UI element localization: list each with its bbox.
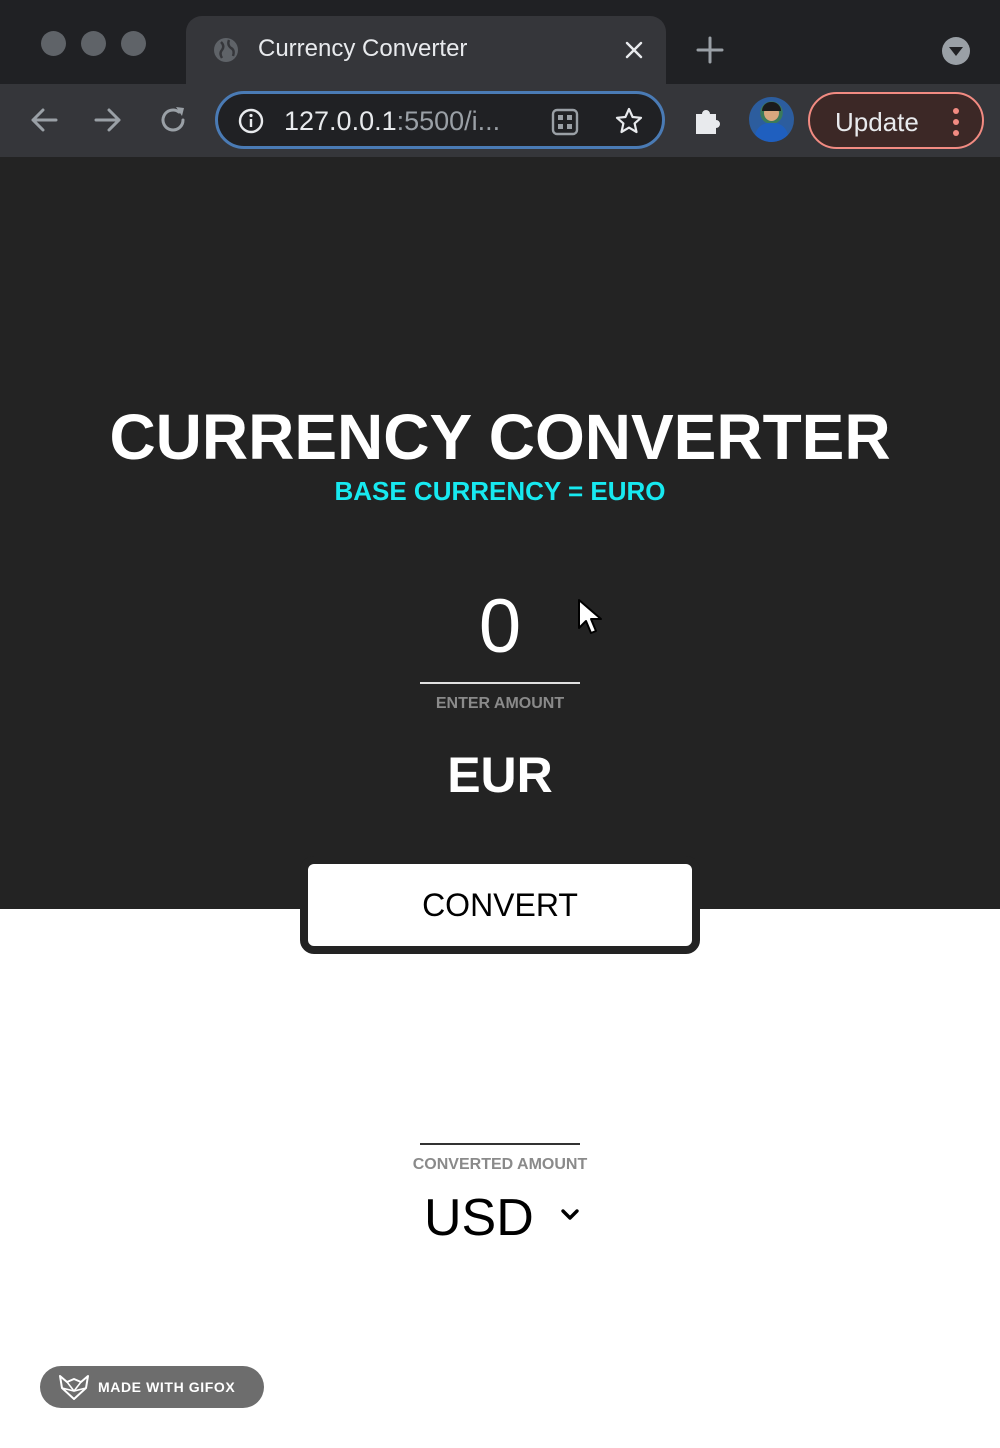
browser-toolbar: 127.0.0.1:5500/i... Update [0, 84, 1000, 157]
back-arrow-icon[interactable] [26, 102, 62, 138]
qr-code-icon[interactable] [550, 107, 580, 137]
convert-label: CONVERT [422, 887, 578, 923]
update-label: Update [835, 107, 919, 137]
update-button[interactable]: Update [808, 92, 984, 149]
amount-label: ENTER AMOUNT [435, 695, 565, 712]
url-text: 127.0.0.1:5500/i... [284, 106, 500, 137]
reload-icon[interactable] [155, 102, 191, 138]
target-currency-value: USD [424, 1189, 534, 1247]
tab-strip: Currency Converter [0, 0, 1000, 84]
browser-chrome: Currency Converter 127.0.0.1:5500/i... U… [0, 0, 1000, 157]
more-vertical-icon[interactable] [950, 106, 962, 138]
mouse-pointer-icon [578, 599, 602, 634]
target-currency-select[interactable]: USD [418, 1184, 588, 1250]
gifox-watermark-badge: MADE WITH GIFOX [40, 1366, 264, 1408]
address-bar[interactable]: 127.0.0.1:5500/i... [215, 91, 665, 149]
converted-amount-label: CONVERTED AMOUNT [412, 1156, 588, 1173]
fox-logo-icon [59, 1375, 89, 1400]
amount-input[interactable] [420, 570, 580, 684]
window-minimize-button[interactable] [81, 31, 106, 56]
gifox-label: MADE WITH GIFOX [98, 1379, 236, 1395]
window-close-button[interactable] [41, 31, 66, 56]
info-icon[interactable] [238, 108, 264, 134]
chevron-down-icon [561, 1209, 579, 1220]
base-currency-code: EUR [447, 747, 553, 803]
plus-icon[interactable] [694, 34, 726, 66]
window-zoom-button[interactable] [121, 31, 146, 56]
puzzle-extension-icon[interactable] [690, 102, 726, 138]
profile-avatar[interactable] [749, 97, 794, 142]
page-title: CURRENCY CONVERTER [109, 401, 891, 473]
close-icon[interactable] [622, 38, 646, 62]
convert-button[interactable]: CONVERT [300, 856, 700, 954]
forward-arrow-icon[interactable] [90, 102, 126, 138]
chevron-down-icon[interactable] [940, 35, 972, 67]
globe-icon [214, 38, 238, 62]
star-icon[interactable] [614, 106, 644, 136]
converted-amount-field [420, 1143, 580, 1145]
active-tab[interactable]: Currency Converter [186, 16, 666, 84]
tab-title: Currency Converter [258, 35, 468, 62]
base-currency-subtitle: BASE CURRENCY = EURO [334, 476, 666, 506]
url-host: 127.0.0.1 [284, 106, 397, 136]
url-path: :5500/i... [396, 106, 501, 136]
